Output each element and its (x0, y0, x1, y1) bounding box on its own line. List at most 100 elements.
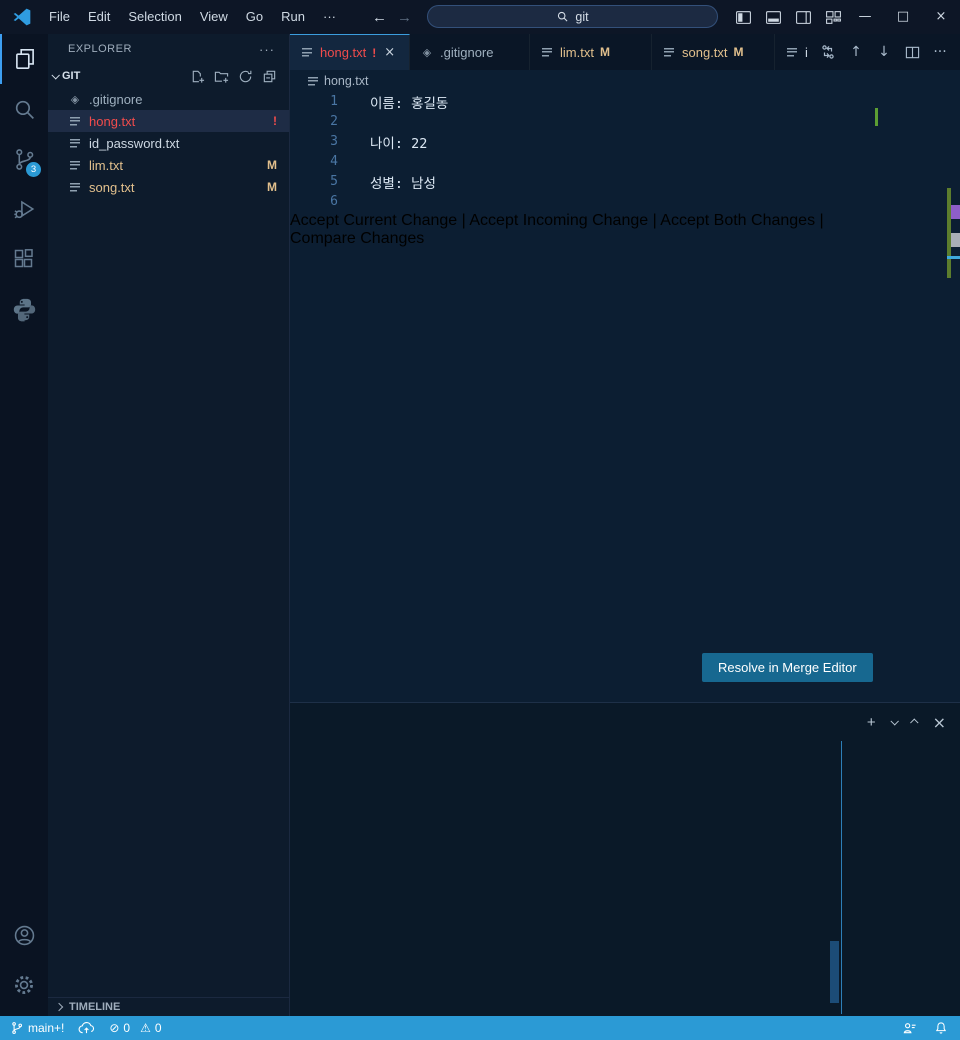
editor-tab-bar: hong.txt!×◈.gitignorelim.txtMsong.txtMid… (290, 34, 960, 70)
chevron-right-icon (54, 1002, 64, 1012)
errors-icon: ⊘ (109, 1021, 120, 1035)
activity-python-icon[interactable] (0, 284, 48, 334)
menu-item[interactable]: ··· (314, 0, 345, 34)
text-file-icon (785, 46, 799, 58)
text-file-icon (68, 137, 82, 149)
more-actions-icon[interactable]: ··· (928, 39, 952, 65)
code-line-3[interactable]: 3 나이: 22 (290, 132, 875, 152)
terminal-sidebar-divider[interactable] (841, 741, 842, 1014)
breadcrumb[interactable]: hong.txt (290, 70, 960, 92)
branch-name: main+! (28, 1021, 65, 1035)
file-row-id-password-txt[interactable]: id_password.txt (48, 132, 289, 154)
line-number: 6 (330, 194, 338, 209)
feedback-icon[interactable] (902, 1021, 917, 1036)
command-center-search[interactable]: git (427, 5, 718, 28)
ruler-conflict-mark (951, 205, 960, 219)
toggle-panel-icon[interactable] (765, 9, 782, 26)
bottom-panel: + × (290, 702, 960, 1016)
text-file-icon (662, 46, 676, 58)
file-row-hong-txt[interactable]: hong.txt! (48, 110, 289, 132)
codelens-merge-actions[interactable]: Accept Current Change | Accept Incoming … (290, 212, 875, 248)
menu-file[interactable]: File (40, 0, 79, 34)
search-value: git (575, 9, 589, 24)
window-maximize-button[interactable]: □ (884, 0, 922, 34)
menu-go[interactable]: Go (237, 0, 272, 34)
menu-run[interactable]: Run (272, 0, 314, 34)
tab-hong-txt[interactable]: hong.txt! × (290, 34, 410, 70)
problems-indicator[interactable]: ⊘ 0 ⚠ 0 (109, 1021, 161, 1035)
resolve-in-merge-editor-button[interactable]: Resolve in Merge Editor (702, 653, 873, 682)
explorer-more-actions-icon[interactable]: ··· (259, 42, 275, 57)
vscode-logo-icon (13, 8, 31, 26)
activity-explorer-icon[interactable] (0, 34, 48, 84)
code-line-4[interactable]: 4 (290, 152, 875, 172)
code-line-1[interactable]: 1 이름: 홍길동 (290, 92, 875, 112)
timeline-section-header[interactable]: TIMELINE (48, 997, 289, 1016)
minimap-change-marker (875, 108, 878, 126)
code-line-2[interactable]: 2 (290, 112, 875, 132)
branch-indicator[interactable]: main+! (10, 1021, 64, 1035)
code-line-6[interactable]: 6 (290, 192, 875, 212)
tab-label: hong.txt (320, 45, 367, 60)
file-row-lim-txt[interactable]: lim.txt M (48, 154, 289, 176)
gutter-modified-indicator (352, 192, 355, 212)
previous-conflict-icon[interactable]: ↑ (844, 39, 868, 65)
line-number: 4 (330, 154, 338, 169)
explorer-sidebar: EXPLORER ··· GIT ◈ .gitignore hong.txt! id_… (48, 34, 290, 1016)
refresh-icon[interactable] (238, 69, 253, 84)
breadcrumb-file: hong.txt (324, 74, 369, 88)
overview-ruler[interactable] (947, 92, 960, 702)
editor-pane[interactable]: 1 이름: 홍길동 2 3 나이: 22 4 5 성별: 남성 6 Accept Current … (290, 92, 960, 702)
file-icon (308, 75, 318, 87)
window-close-button[interactable]: × (922, 0, 960, 34)
activity-run-debug-icon[interactable] (0, 184, 48, 234)
customize-layout-icon[interactable] (825, 9, 842, 26)
file-row-song-txt[interactable]: song.txt M (48, 176, 289, 198)
maximize-panel-icon[interactable] (909, 718, 919, 727)
collapse-folders-icon[interactable] (262, 69, 277, 84)
activity-bar: 3 (0, 34, 48, 1016)
search-icon (558, 11, 568, 22)
activity-search-icon[interactable] (0, 84, 48, 134)
tab-song-txt[interactable]: song.txt M (652, 34, 775, 70)
line-number: 3 (330, 134, 338, 149)
nav-back-icon[interactable]: ← (372, 9, 387, 26)
timeline-label: TIMELINE (69, 1001, 121, 1013)
code-text: 성별: 남성 (370, 176, 436, 192)
menu-view[interactable]: View (191, 0, 237, 34)
terminal-scrollbar[interactable] (830, 941, 839, 1003)
activity-extensions-icon[interactable] (0, 234, 48, 284)
new-terminal-icon[interactable]: + (867, 714, 876, 731)
sync-changes-icon[interactable] (78, 1021, 95, 1035)
toggle-sidebar-icon[interactable] (735, 9, 752, 26)
warnings-icon: ⚠ (140, 1021, 151, 1035)
tab-label: song.txt (682, 44, 728, 60)
tab-close-icon[interactable]: × (384, 45, 395, 60)
next-conflict-icon[interactable]: ↓ (872, 39, 896, 65)
open-changes-icon[interactable] (816, 39, 840, 65)
code-line-5[interactable]: 5 성별: 남성 (290, 172, 875, 192)
toggle-secondary-sidebar-icon[interactable] (795, 9, 812, 26)
folder-section-header[interactable]: GIT (48, 64, 289, 88)
file-row-gitignore[interactable]: ◈ .gitignore (48, 88, 289, 110)
new-file-icon[interactable] (190, 69, 205, 84)
minimap[interactable] (875, 92, 947, 172)
terminal-dropdown-icon[interactable] (890, 717, 899, 726)
new-folder-icon[interactable] (214, 69, 229, 84)
close-panel-icon[interactable]: × (933, 713, 946, 732)
settings-gear-icon[interactable] (0, 960, 48, 1010)
file-list: ◈ .gitignore hong.txt! id_password.txt lim.t… (48, 88, 289, 198)
menu-edit[interactable]: Edit (79, 0, 119, 34)
notifications-bell-icon[interactable] (934, 1021, 948, 1035)
activity-source-control-icon[interactable]: 3 (0, 134, 48, 184)
tab-gitignore[interactable]: ◈ .gitignore (410, 34, 530, 70)
account-icon[interactable] (0, 910, 48, 960)
scm-badge: 3 (26, 162, 41, 177)
panel-tab-bar: + × (290, 703, 960, 741)
split-editor-icon[interactable] (900, 39, 924, 65)
tab-lim-txt[interactable]: lim.txt M (530, 34, 652, 70)
menu-selection[interactable]: Selection (119, 0, 190, 34)
window-minimize-button[interactable]: — (846, 0, 884, 34)
folder-name: GIT (62, 70, 81, 82)
file-name: hong.txt (89, 113, 136, 129)
